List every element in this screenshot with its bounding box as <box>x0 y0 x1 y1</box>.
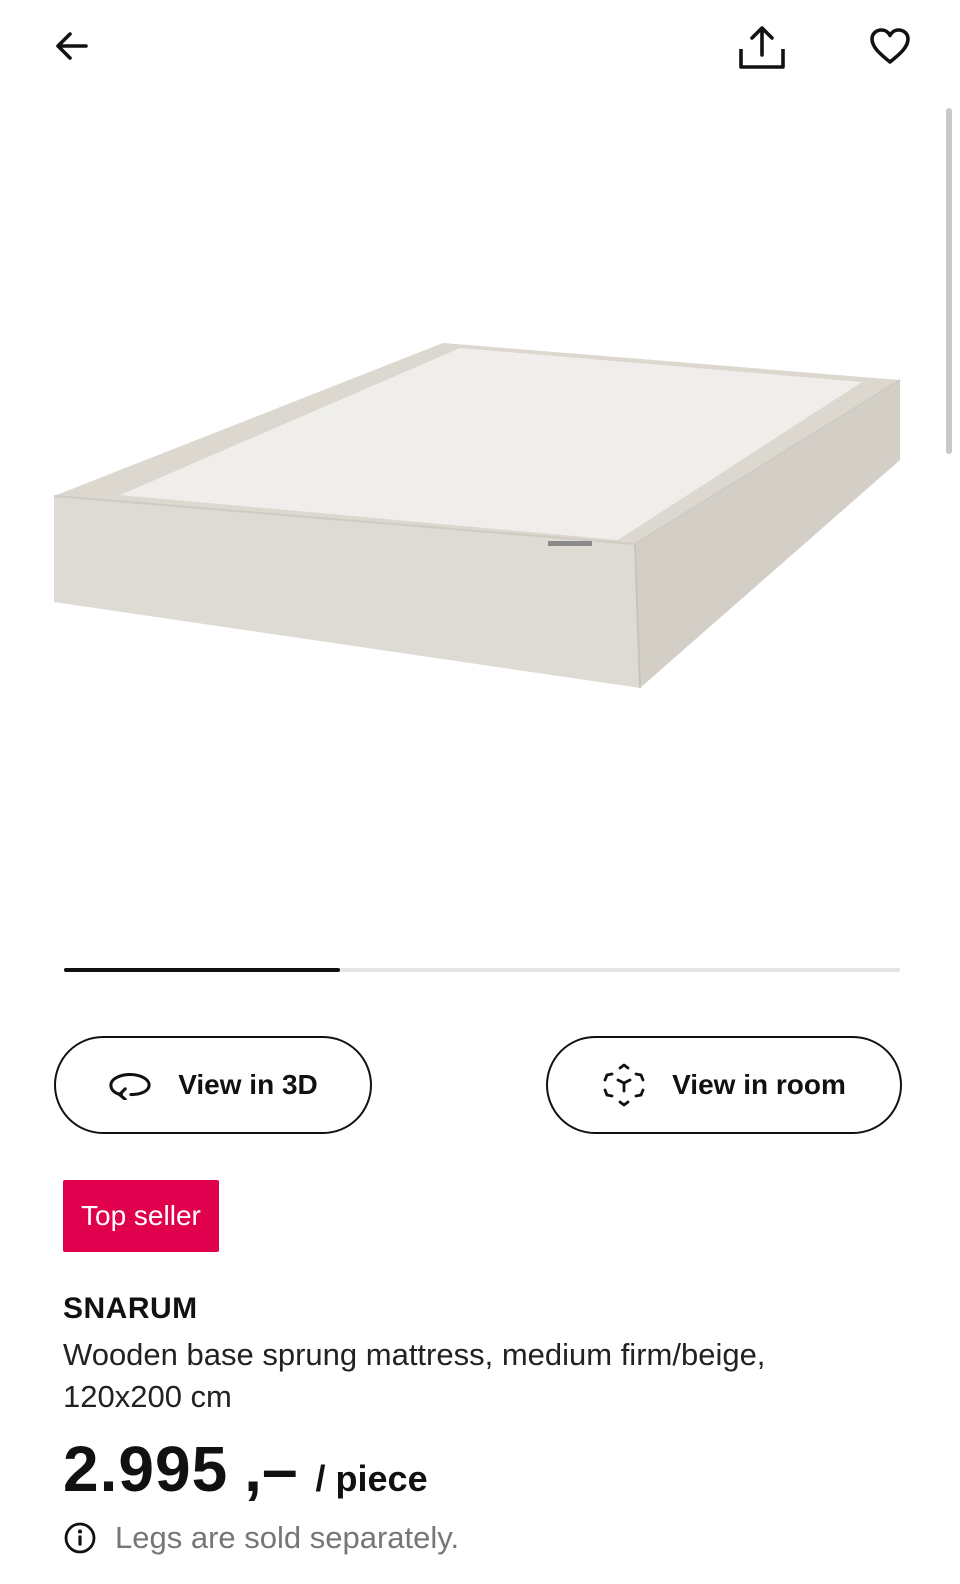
product-page: View in 3D View in room Top seller SNARU… <box>0 0 960 1584</box>
view-in-3d-button[interactable]: View in 3D <box>54 1036 372 1134</box>
price-amount: 2.995 <box>63 1433 229 1505</box>
product-name: SNARUM <box>63 1292 198 1325</box>
price-unit: / piece <box>315 1458 428 1499</box>
legs-note-text: Legs are sold separately. <box>115 1520 460 1555</box>
product-image[interactable] <box>40 330 920 710</box>
info-icon <box>64 1522 96 1554</box>
back-button[interactable] <box>44 18 100 74</box>
gallery-progress-fill <box>64 968 340 972</box>
price: 2.995 ,– / piece <box>63 1432 428 1506</box>
view-in-room-button[interactable]: View in room <box>546 1036 902 1134</box>
heart-outline-icon <box>870 28 910 64</box>
arrow-left-icon <box>56 32 88 60</box>
gallery-progress-track <box>64 968 900 972</box>
view-in-room-label: View in room <box>672 1069 846 1100</box>
rotate-3d-icon <box>108 1063 152 1107</box>
ar-cube-icon <box>602 1063 646 1107</box>
view-in-3d-label: View in 3D <box>178 1069 318 1100</box>
legs-note: Legs are sold separately. <box>63 1520 459 1556</box>
favorite-button[interactable] <box>862 18 918 74</box>
product-description: Wooden base sprung mattress, medium firm… <box>63 1337 766 1414</box>
share-button[interactable] <box>734 20 790 76</box>
price-suffix: ,– <box>244 1433 298 1505</box>
share-upload-icon <box>739 26 785 69</box>
page-scrollbar[interactable] <box>946 108 952 454</box>
top-seller-badge: Top seller <box>63 1180 219 1252</box>
